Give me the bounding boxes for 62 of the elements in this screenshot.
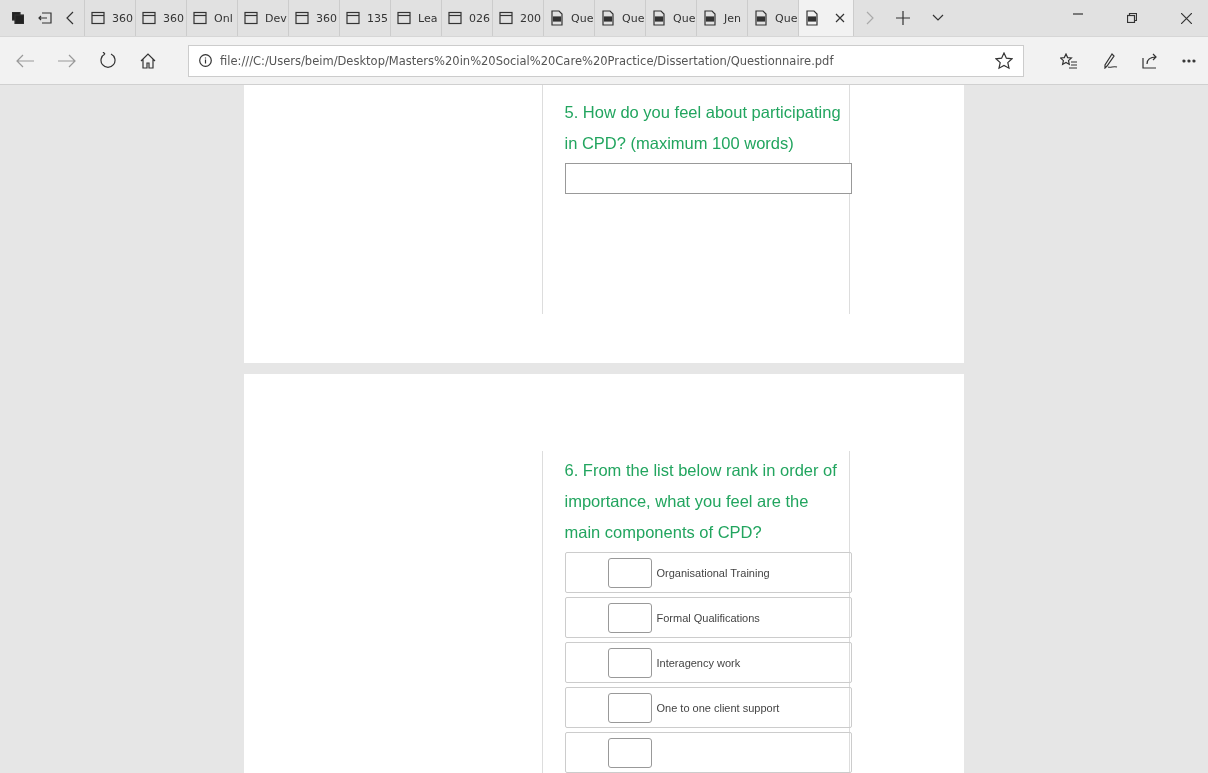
browser-tab[interactable]: Que [544,0,595,36]
question-text: 5. How do you feel about participating in CPD? (maximum 100 words) [564,102,842,154]
browser-tab[interactable]: 360 [289,0,340,36]
browser-tab[interactable]: 135 [340,0,391,36]
browser-tab[interactable] [799,0,854,36]
pdf-file-icon [601,10,615,26]
browser-tab[interactable]: Jen [697,0,748,36]
refresh-icon[interactable] [100,51,116,70]
more-icon[interactable] [1182,58,1196,63]
browser-tab[interactable]: 360 [85,0,136,36]
browser-tab[interactable]: Dev [238,0,289,36]
forward-arrow-icon[interactable] [58,53,76,68]
rank-input-field[interactable] [607,737,652,768]
rank-input-field[interactable] [607,692,652,723]
favorites-list-icon[interactable] [1060,52,1078,69]
option-label: One to one client support [656,701,780,714]
window-icon [142,11,156,25]
window-icon [295,11,309,25]
tab-stack-icon[interactable] [12,12,24,24]
pdf-file-icon [652,10,666,26]
pdf-file-icon [754,10,768,26]
option-label: Interagency work [656,656,741,669]
close-icon[interactable] [1181,12,1192,24]
chevron-down-icon[interactable] [932,14,944,22]
url-text: file:///C:/Users/beim/Desktop/Masters%20in%20Social%20Care%20Practice/Dissertation/Questionnaire.pdf [220,53,835,68]
window-icon [499,11,513,25]
answer-field[interactable] [564,163,852,194]
rank-input-field[interactable] [607,602,652,633]
window-icon [448,11,462,25]
favorite-star-icon[interactable] [995,51,1013,70]
restore-icon[interactable] [1127,12,1137,23]
pdf-file-icon [550,10,564,26]
window-icon [91,11,105,25]
info-icon [199,54,212,67]
browser-tab[interactable]: Lea [391,0,442,36]
rank-input-field[interactable] [607,557,652,588]
browser-tab[interactable]: Que [595,0,646,36]
browser-tab[interactable]: 200 [493,0,544,36]
question-text: 6. From the list below rank in order of importance, what you feel are the main components of CPD? [564,460,838,543]
window-icon [346,11,360,25]
option-label: Formal Qualifications [656,611,760,624]
plus-icon[interactable] [896,11,910,25]
address-bar[interactable]: file:///C:/Users/beim/Desktop/Masters%20in%20Social%20Care%20Practice/Dissertation/Questionnaire.pdf [188,44,1024,77]
chevron-left-icon[interactable] [66,11,74,25]
option-label: Organisational Training [656,566,770,579]
browser-tab[interactable]: Onl [187,0,238,36]
window-icon [193,11,207,25]
home-icon[interactable] [140,52,156,69]
window-icon [397,11,411,25]
browser-tab[interactable]: 360 [136,0,187,36]
browser-tab[interactable]: 026 [442,0,493,36]
minimize-icon[interactable] [1073,12,1083,15]
back-arrow-icon[interactable] [16,53,34,68]
window-icon [244,11,258,25]
pdf-file-icon [703,10,717,26]
rank-input-field[interactable] [607,647,652,678]
pdf-file-icon [805,10,819,26]
share-icon[interactable] [1142,52,1158,69]
browser-tab[interactable]: Que [646,0,697,36]
pen-icon[interactable] [1102,52,1118,69]
close-icon[interactable] [835,13,845,23]
set-aside-tabs-icon[interactable] [38,12,52,24]
